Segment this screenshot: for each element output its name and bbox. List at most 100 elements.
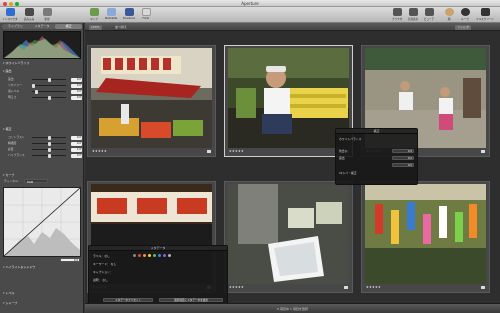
toolbar-button-new[interactable]: 新規: [38, 8, 56, 21]
adjustment-slider-row: 露出 0.0: [8, 77, 82, 82]
slider-value-field[interactable]: 0.0: [71, 77, 82, 82]
color-label-dot[interactable]: [133, 254, 136, 257]
inspector-icon: [5, 8, 15, 16]
hud-value-field[interactable]: 0.0: [392, 149, 414, 153]
slider-label: 露出: [8, 77, 14, 81]
toolbar-button-viewer[interactable]: ビューア: [420, 8, 438, 21]
section-levels[interactable]: レベル: [3, 291, 81, 296]
photo-tile-selected[interactable]: ★★★★★: [224, 45, 353, 157]
slider-value-field[interactable]: 1.0: [71, 147, 82, 152]
metadata-row[interactable]: ラベル：なし: [93, 254, 110, 258]
slider-track[interactable]: [32, 95, 66, 100]
color-label-dot[interactable]: [163, 254, 166, 257]
toolbar-button-map[interactable]: マップ: [85, 8, 103, 21]
rating-stars[interactable]: ★★★★★: [229, 149, 244, 153]
histogram: [3, 31, 81, 59]
browser-toolbar: 100% 並べ替え フィルタ: [85, 23, 500, 31]
color-label-dot[interactable]: [168, 254, 171, 257]
toolbar-button-fullscreen[interactable]: フルスクリーン: [476, 8, 494, 21]
tab-adjustments[interactable]: 補正: [55, 24, 83, 29]
photo-tile[interactable]: ★★★★★: [361, 181, 490, 293]
toolbar-button-flickr[interactable]: Flickr: [137, 8, 155, 20]
slider-value-field[interactable]: 0.0: [71, 153, 82, 158]
color-label-dot[interactable]: [143, 254, 146, 257]
color-label-dot[interactable]: [138, 254, 141, 257]
slider-track[interactable]: [32, 153, 66, 158]
slider-track[interactable]: [32, 147, 66, 152]
slider-label: コントラスト: [8, 135, 25, 139]
slider-knob[interactable]: [35, 89, 39, 94]
apply-metadata-button[interactable]: 選択項目にメタデータを適用: [159, 298, 223, 302]
color-label-dot[interactable]: [148, 254, 151, 257]
color-label-dot[interactable]: [158, 254, 161, 257]
toolbar-label: 読み込み: [23, 17, 35, 21]
slider-value-field[interactable]: 0.0: [71, 83, 82, 88]
facebook-icon: [124, 8, 134, 16]
filter-button[interactable]: フィルタ: [455, 24, 471, 30]
section-enhance[interactable]: 補正: [3, 127, 81, 132]
metadata-hud[interactable]: メタデータ ラベル：なし キーワード： なし キャプション： 説明： なし メタ…: [88, 245, 228, 307]
rating-stars[interactable]: ★★★★★: [366, 285, 381, 289]
section-exposure[interactable]: 露出: [3, 69, 81, 74]
tab-metadata[interactable]: メタデータ: [29, 24, 56, 29]
photo-tile[interactable]: ★★★★★: [87, 45, 216, 157]
section-white-balance[interactable]: ホワイトバランス: [3, 61, 81, 66]
slider-track[interactable]: [32, 89, 66, 94]
metadata-row[interactable]: 説明： なし: [93, 278, 108, 282]
toolbar-button-mobileme[interactable]: MobileMe: [102, 8, 120, 20]
inspector-tabs: ライブラリ メタデータ 補正: [2, 24, 83, 29]
slider-knob[interactable]: [32, 83, 35, 88]
slider-knob[interactable]: [47, 141, 51, 146]
photo-tile[interactable]: ★★★★★: [224, 181, 353, 293]
slider-track[interactable]: [32, 141, 66, 146]
toolbar-button-facebook[interactable]: Facebook: [120, 8, 138, 20]
section-curves[interactable]: カーブ: [3, 173, 81, 178]
import-icon: [24, 8, 34, 16]
hud-value-field[interactable]: 0.0: [392, 156, 414, 160]
slider-track[interactable]: [32, 77, 66, 82]
adjustments-hud[interactable]: 補正 ホワイトバランス 色合い 0.0 露出 0.0 0.0 Iキシバ・補正: [335, 128, 418, 185]
toolbar-button-inspector[interactable]: インスペクタ: [1, 8, 19, 21]
toolbar-button-loupe[interactable]: ループ: [456, 8, 474, 21]
channel-select[interactable]: RGB: [24, 179, 48, 184]
slider-knob[interactable]: [47, 153, 51, 158]
sort-label[interactable]: 並べ替え: [115, 25, 127, 30]
tab-library[interactable]: ライブラリ: [2, 24, 29, 29]
metadata-row[interactable]: キャプション：: [93, 270, 113, 274]
slider-label: 彩度: [8, 147, 14, 151]
metadata-row[interactable]: キーワード： なし: [93, 262, 116, 266]
curves-plot: [3, 187, 81, 257]
section-sharpen[interactable]: シャープ: [3, 301, 81, 306]
slider-knob[interactable]: [47, 95, 51, 100]
adjustment-slider-row: 彩度 1.0: [8, 147, 82, 152]
rating-stars[interactable]: ★★★★★: [92, 149, 107, 153]
slider-knob[interactable]: [47, 147, 51, 152]
photo-thumbnail: [228, 184, 349, 284]
adjusted-badge-icon: [481, 150, 485, 153]
curve-point-value[interactable]: 0.0: [60, 258, 80, 262]
metadata-presets-button[interactable]: メタデータプリセット: [103, 298, 153, 302]
slider-track[interactable]: [32, 83, 66, 88]
slider-value-field[interactable]: 0.0: [71, 141, 82, 146]
flickr-icon: [141, 8, 151, 16]
section-highlights-shadows[interactable]: ハイライト＆シャドウ: [3, 265, 81, 270]
browser-zoom[interactable]: 100%: [89, 24, 102, 30]
photo-thumbnail: [228, 48, 349, 148]
slider-label: 明るさ: [8, 95, 17, 99]
hud-value-field[interactable]: 0.0: [392, 163, 414, 167]
slider-value-field[interactable]: 0.0: [71, 95, 82, 100]
inspector-pane: ライブラリ メタデータ 補正 ホワイトバランス 露出 露出 0.0 リカバリー 0.0…: [0, 23, 84, 313]
toolbar-label: ブラウザ: [391, 17, 403, 21]
color-label-swatches: [133, 254, 171, 257]
toolbar-button-import[interactable]: 読み込み: [20, 8, 38, 21]
toolbar-label: MobileMe: [104, 16, 118, 20]
slider-value-field[interactable]: 0.0: [71, 89, 82, 94]
toolbar-label: インスペクタ: [2, 17, 18, 21]
slider-knob[interactable]: [47, 135, 51, 140]
color-label-dot[interactable]: [153, 254, 156, 257]
curves-graph[interactable]: [3, 187, 81, 257]
slider-track[interactable]: [32, 135, 66, 140]
slider-value-field[interactable]: 0.0: [71, 135, 82, 140]
slider-knob[interactable]: [47, 77, 51, 82]
rating-stars[interactable]: ★★★★★: [229, 285, 244, 289]
